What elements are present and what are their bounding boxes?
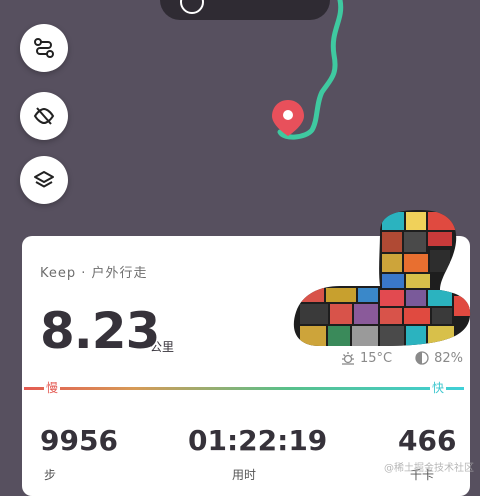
watermark: @稀土掘金技术社区 [384,463,474,474]
mosaic-route-art [293,210,471,346]
